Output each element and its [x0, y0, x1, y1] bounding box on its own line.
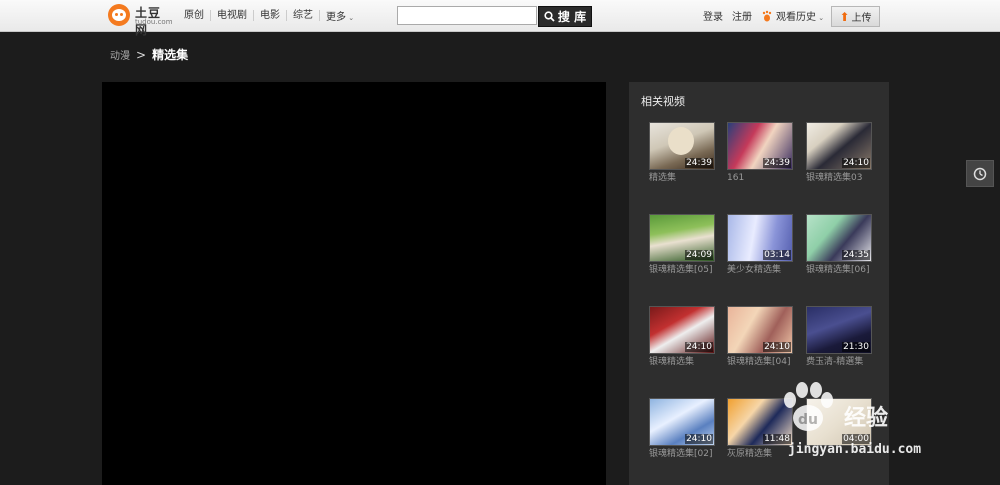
- video-title[interactable]: 精选集: [649, 172, 715, 185]
- nav-item-variety[interactable]: 综艺: [287, 10, 320, 21]
- video-duration: 03:14: [763, 250, 791, 260]
- related-video-item[interactable]: 24:39 精选集: [649, 122, 715, 185]
- video-thumbnail[interactable]: 11:48: [727, 398, 793, 446]
- related-video-item[interactable]: 04:00: [806, 398, 872, 448]
- video-title[interactable]: 银魂精选集[02]: [649, 448, 715, 461]
- page-title: 精选集: [152, 48, 189, 62]
- video-duration: 24:39: [763, 158, 791, 168]
- related-video-item[interactable]: 24:10 银魂精选集[04]: [727, 306, 793, 369]
- search-icon: [544, 11, 555, 22]
- video-duration: 21:30: [842, 342, 870, 352]
- user-links: 登录 注册 观看历史 ⌄: [703, 0, 824, 31]
- related-video-item[interactable]: 24:10 银魂精选集: [649, 306, 715, 369]
- video-thumbnail[interactable]: 24:39: [727, 122, 793, 170]
- video-thumbnail[interactable]: 24:35: [806, 214, 872, 262]
- breadcrumb-separator-icon: >: [136, 47, 147, 62]
- video-title[interactable]: 161: [727, 172, 793, 185]
- video-title[interactable]: 银魂精选集[05]: [649, 264, 715, 277]
- related-video-item[interactable]: 24:35 银魂精选集[06]: [806, 214, 872, 277]
- related-video-item[interactable]: 24:09 银魂精选集[05]: [649, 214, 715, 277]
- video-title[interactable]: 灰原精选集: [727, 448, 793, 461]
- logo-subtitle: tudou.com: [135, 18, 173, 26]
- nav-more-dropdown[interactable]: 更多 ⌄: [320, 8, 354, 23]
- clock-icon: [973, 167, 987, 180]
- nav-item-movie[interactable]: 电影: [254, 10, 287, 21]
- related-video-item[interactable]: 03:14 美少女精选集: [727, 214, 793, 277]
- video-duration: 11:48: [763, 434, 791, 444]
- upload-label: 上传: [851, 13, 872, 24]
- video-duration: 24:10: [685, 342, 713, 352]
- footprint-icon: [762, 10, 772, 21]
- video-thumbnail[interactable]: 24:10: [727, 306, 793, 354]
- related-video-item[interactable]: 21:30 费玉清-精選集: [806, 306, 872, 369]
- video-title[interactable]: 美少女精选集: [727, 264, 793, 277]
- video-thumbnail[interactable]: 24:10: [806, 122, 872, 170]
- chevron-down-icon: ⌄: [816, 14, 825, 22]
- history-dropdown[interactable]: 观看历史 ⌄: [776, 8, 824, 23]
- video-thumbnail[interactable]: 24:10: [649, 398, 715, 446]
- chevron-down-icon: ⌄: [346, 14, 355, 22]
- search-button-label: 搜 库: [557, 10, 587, 24]
- search-input[interactable]: [397, 6, 537, 25]
- video-title[interactable]: 费玉清-精選集: [806, 356, 872, 369]
- logo-mark-icon: [108, 4, 130, 26]
- video-thumbnail[interactable]: 04:00: [806, 398, 872, 446]
- video-duration: 24:10: [763, 342, 791, 352]
- video-duration: 24:35: [842, 250, 870, 260]
- video-duration: 24:09: [685, 250, 713, 260]
- breadcrumb: 动漫 > 精选集: [110, 46, 188, 63]
- video-duration: 24:10: [685, 434, 713, 444]
- video-title[interactable]: 银魂精选集03: [806, 172, 872, 185]
- breadcrumb-parent-link[interactable]: 动漫: [110, 47, 130, 62]
- upload-arrow-icon: ⬆: [839, 9, 850, 24]
- search-button[interactable]: 搜 库: [538, 6, 592, 27]
- video-title[interactable]: 银魂精选集[04]: [727, 356, 793, 369]
- nav-item-tv[interactable]: 电视剧: [211, 10, 254, 21]
- upload-button[interactable]: ⬆ 上传: [831, 6, 880, 27]
- register-link[interactable]: 注册: [732, 8, 752, 23]
- nav-item-original[interactable]: 原创: [178, 10, 211, 21]
- video-title[interactable]: 银魂精选集: [649, 356, 715, 369]
- video-thumbnail[interactable]: 24:10: [649, 306, 715, 354]
- tudou-logo[interactable]: 土豆网 tudou.com: [108, 3, 173, 37]
- video-thumbnail[interactable]: 24:09: [649, 214, 715, 262]
- related-video-item[interactable]: 11:48 灰原精选集: [727, 398, 793, 461]
- history-label: 观看历史: [776, 12, 816, 23]
- related-video-item[interactable]: 24:10 银魂精选集[02]: [649, 398, 715, 461]
- nav-more-label: 更多: [326, 12, 346, 23]
- related-video-item[interactable]: 24:10 银魂精选集03: [806, 122, 872, 185]
- main-nav: 原创 电视剧 电影 综艺 更多 ⌄: [178, 0, 354, 31]
- video-thumbnail[interactable]: 21:30: [806, 306, 872, 354]
- related-videos-title: 相关视频: [641, 95, 685, 108]
- video-duration: 04:00: [842, 434, 870, 444]
- video-duration: 24:39: [685, 158, 713, 168]
- top-bar: 土豆网 tudou.com 原创 电视剧 电影 综艺 更多 ⌄ 搜 库 登录 注…: [0, 0, 1000, 37]
- related-videos-panel: 相关视频 24:39 精选集 24:39 161 24:10 银魂精选集03 2…: [629, 82, 889, 485]
- video-duration: 24:10: [842, 158, 870, 168]
- login-link[interactable]: 登录: [703, 8, 723, 23]
- video-thumbnail[interactable]: 24:39: [649, 122, 715, 170]
- video-player[interactable]: [102, 82, 606, 485]
- video-title[interactable]: 银魂精选集[06]: [806, 264, 872, 277]
- video-thumbnail[interactable]: 03:14: [727, 214, 793, 262]
- watch-history-side-button[interactable]: [966, 160, 994, 187]
- related-video-item[interactable]: 24:39 161: [727, 122, 793, 185]
